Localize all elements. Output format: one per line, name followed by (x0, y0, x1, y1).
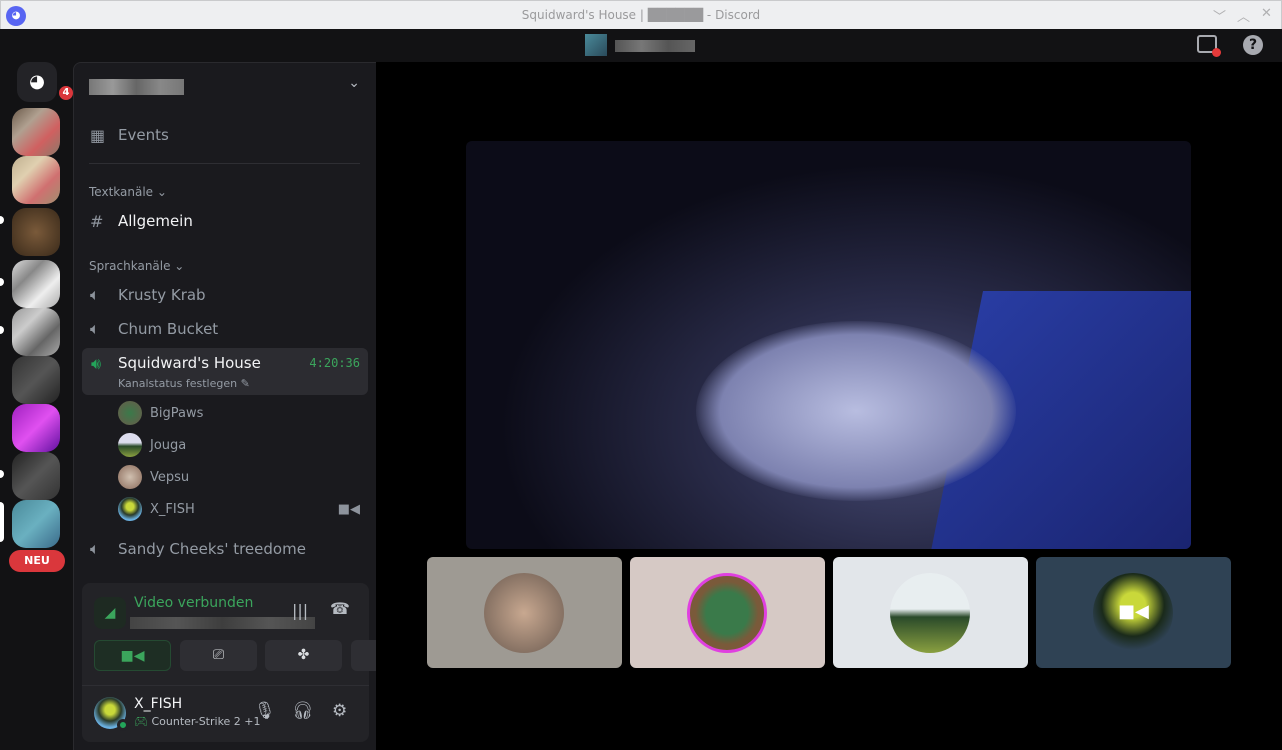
online-status-icon (117, 719, 129, 731)
notification-dot (1212, 48, 1221, 57)
status-label: Kanalstatus festlegen (118, 377, 238, 390)
server-icon[interactable] (12, 260, 60, 308)
server-icon[interactable] (12, 356, 60, 404)
discord-icon: ◕ (29, 71, 45, 92)
connection-location-blurred (130, 617, 315, 629)
close-button[interactable]: ✕ (1261, 6, 1272, 21)
guild-name-blurred[interactable] (89, 79, 184, 95)
participant-tile[interactable] (833, 557, 1028, 668)
category-text-channels[interactable]: Textkanäle ⌄ (89, 185, 167, 199)
server-icon[interactable] (12, 308, 60, 356)
voice-member[interactable]: BigPaws (118, 398, 360, 428)
window-title: Squidward's House | ██████ - Discord (521, 8, 761, 22)
speaker-icon: 🔊︎ (91, 354, 102, 373)
member-name: Jouga (150, 437, 187, 453)
headphones-icon[interactable]: 🎧︎ (292, 701, 314, 721)
member-name: Vepsu (150, 469, 190, 485)
server-icon[interactable] (12, 208, 60, 256)
channel-name: Chum Bucket (118, 320, 219, 338)
events-link[interactable]: ▦ Events (82, 119, 368, 151)
voice-channel-chum-bucket[interactable]: 🔈︎ Chum Bucket (82, 313, 368, 345)
server-icon[interactable] (12, 452, 60, 500)
voice-connection-panel: ◢ Video verbunden ||| ☎ ■◀ ⎚ ✤ ✺ X_FISH … (82, 583, 428, 742)
maximize-button[interactable]: ︿ (1237, 6, 1250, 25)
voice-channel-krusty-krab[interactable]: 🔈︎ Krusty Krab (82, 279, 368, 311)
title-bar: ◕ Squidward's House | ██████ - Discord ﹀… (0, 0, 1282, 29)
inbox-icon[interactable] (1197, 35, 1221, 57)
participant-tile[interactable]: ■◀ (1036, 557, 1231, 668)
settings-gear-icon[interactable]: ⚙ (332, 701, 347, 721)
server-icon[interactable] (12, 156, 60, 204)
new-badge: NEU (9, 550, 65, 572)
speaker-icon: 🔈︎ (90, 539, 100, 558)
user-activity: 🎮︎ Counter-Strike 2 +1 (134, 715, 261, 728)
participant-tile[interactable] (630, 557, 825, 668)
microphone-icon[interactable]: 🎙︎ (254, 701, 276, 721)
minimize-button[interactable]: ﹀ (1213, 6, 1226, 25)
home-button[interactable]: ◕ 4 (17, 62, 75, 102)
chevron-down-icon[interactable]: ⌄ (348, 75, 360, 91)
channel-sidebar: ⌄ ▦ Events Textkanäle ⌄ # Allgemein Sprach… (73, 62, 428, 750)
connection-status[interactable]: Video verbunden (134, 595, 253, 611)
voice-channel-sandy-cheeks-treedome[interactable]: 🔈︎ Sandy Cheeks' treedome (82, 533, 368, 565)
top-bar: ? (0, 29, 1282, 62)
camera-button[interactable]: ■◀ (94, 640, 171, 671)
server-name-blurred (615, 40, 695, 52)
avatar (118, 497, 142, 521)
calendar-icon: ▦ (90, 125, 106, 145)
speaker-icon: 🔈︎ (90, 285, 100, 304)
video-camera-icon: ■◀ (1118, 601, 1149, 622)
screen-share-icon: ⎚ (212, 647, 225, 663)
disconnect-icon[interactable]: ☎ (330, 599, 350, 618)
category-voice-channels[interactable]: Sprachkanäle ⌄ (89, 259, 184, 273)
username: X_FISH (134, 696, 183, 712)
channel-name: Sandy Cheeks' treedome (118, 540, 306, 558)
member-name: BigPaws (150, 405, 204, 421)
video-stage: ■◀ (376, 62, 1282, 750)
voice-channel-squidwards-house[interactable]: 🔊︎ Squidward's House 4:20:36 Kanalstatus… (82, 348, 368, 395)
video-camera-icon: ■◀ (337, 501, 360, 517)
call-timer: 4:20:36 (309, 356, 360, 370)
speaker-icon: 🔈︎ (90, 319, 100, 338)
signal-icon[interactable]: ◢ (94, 597, 126, 629)
channel-allgemein[interactable]: # Allgemein (82, 205, 368, 237)
avatar (484, 573, 564, 653)
pencil-icon: ✎ (240, 377, 250, 390)
noise-suppression-icon[interactable]: ||| (292, 601, 308, 620)
screen-share-button[interactable]: ⎚ (180, 640, 257, 671)
channel-status-button[interactable]: Kanalstatus festlegen ✎ (118, 377, 250, 390)
voice-member[interactable]: X_FISH ■◀ (118, 494, 360, 524)
activities-button[interactable]: ✤ (265, 640, 342, 671)
channel-name: Squidward's House (118, 354, 261, 372)
member-name: X_FISH (150, 501, 195, 517)
main-video-stream[interactable] (466, 141, 1191, 549)
avatar (687, 573, 767, 653)
events-label: Events (118, 126, 169, 144)
server-icon (585, 34, 607, 56)
help-icon[interactable]: ? (1243, 35, 1263, 55)
channel-name: Allgemein (118, 212, 193, 230)
avatar (118, 401, 142, 425)
avatar (118, 433, 142, 457)
server-rail: ◕ 4 NEU (0, 62, 75, 750)
avatar (890, 573, 970, 653)
activities-icon: ✤ (297, 647, 310, 663)
avatar (118, 465, 142, 489)
video-camera-icon: ■◀ (120, 648, 145, 664)
participant-tile[interactable] (427, 557, 622, 668)
activity-text: Counter-Strike 2 +1 (151, 715, 261, 728)
gamepad-icon: 🎮︎ (134, 715, 148, 728)
server-icon[interactable] (12, 500, 60, 548)
channel-name: Krusty Krab (118, 286, 206, 304)
server-icon[interactable] (12, 404, 60, 452)
hash-icon: # (90, 211, 104, 231)
server-icon[interactable] (12, 108, 60, 156)
voice-member[interactable]: Jouga (118, 430, 360, 460)
voice-member[interactable]: Vepsu (118, 462, 360, 492)
